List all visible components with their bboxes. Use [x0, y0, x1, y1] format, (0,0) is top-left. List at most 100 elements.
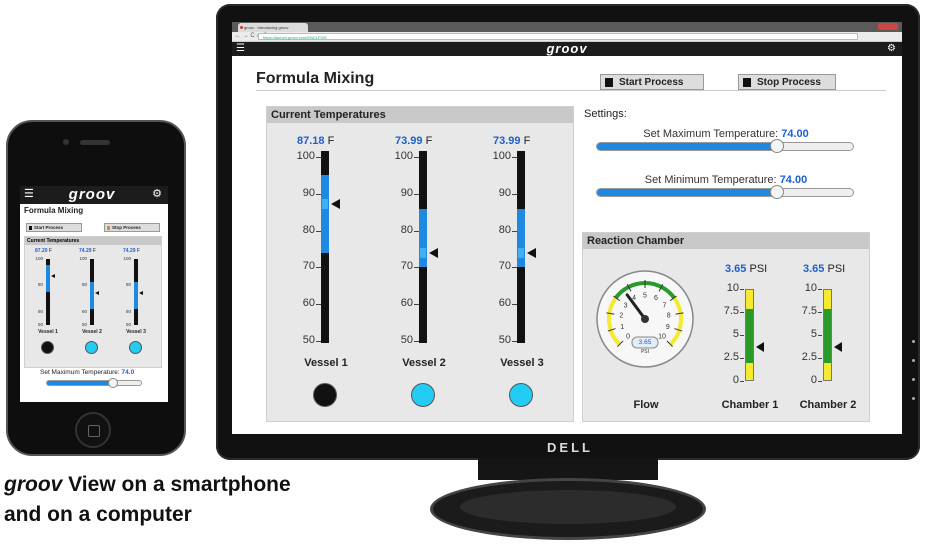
- axis-tick: [740, 381, 744, 382]
- caption-line2: and on a computer: [4, 503, 192, 526]
- gear-icon[interactable]: ⚙: [152, 187, 162, 200]
- home-square-icon: [88, 425, 100, 437]
- phone-temperature-band: [46, 265, 50, 292]
- window-controls[interactable]: [878, 23, 898, 30]
- pressure-green-band: [824, 309, 831, 363]
- start-process-button[interactable]: Start Process: [600, 74, 704, 90]
- axis-tick-label: 100: [79, 256, 87, 261]
- value-marker-icon: [51, 273, 55, 278]
- menu-icon[interactable]: ☰: [236, 43, 245, 55]
- axis-tick-label: 50: [37, 322, 43, 327]
- max-temp-slider[interactable]: [596, 142, 854, 151]
- page-title: Formula Mixing: [256, 70, 375, 87]
- phone-start-label: Start Process: [34, 225, 64, 230]
- browser-tab[interactable]: groov - Introducing groov: [238, 23, 308, 32]
- axis-tick: [818, 312, 822, 313]
- phone-temperatures-panel: Current Temperatures 87.20 F 100 80 60 50 Ves…: [24, 236, 162, 368]
- stop-square-icon: [107, 226, 110, 230]
- phone-vessel-reading: 74.29 F: [123, 248, 140, 254]
- slider-fill: [597, 189, 777, 196]
- temperature-band: [321, 175, 329, 253]
- vessel-value: 87.18: [297, 135, 325, 147]
- stop-square-icon: [29, 226, 32, 230]
- chamber-name: Chamber 2: [799, 399, 857, 411]
- phone-slider-value: 74.0: [121, 369, 135, 376]
- value-marker-icon: [834, 342, 842, 353]
- chamber-reading: 3.65 PSI: [725, 263, 767, 275]
- gauge-tick-label: 10: [658, 333, 666, 340]
- phone-vessel-unit: F: [48, 248, 52, 254]
- url-input[interactable]: https://launch.groov.com/ENCLPOS: [258, 33, 858, 40]
- temperatures-panel: Current Temperatures 87.18 F 100 90 80 70 60 5…: [266, 106, 574, 422]
- chamber-name: Chamber 1: [721, 399, 779, 411]
- gauge-tick-label: 3: [624, 302, 628, 309]
- favicon-icon: [240, 26, 243, 29]
- min-temp-caption: Set Minimum Temperature: 74.00: [596, 174, 856, 186]
- axis-tick-label: 80: [81, 282, 87, 288]
- axis-tick-label: 2.5: [723, 351, 739, 363]
- axis-tick-label: 100: [296, 150, 315, 162]
- monitor-neck: [478, 458, 658, 480]
- axis-tick-label: 100: [394, 150, 413, 162]
- app-header: ☰ groov ⚙: [232, 42, 902, 56]
- caption-brand: groov: [4, 473, 63, 496]
- phone-status-light: [41, 341, 54, 354]
- max-temp-caption: Set Maximum Temperature: 74.00: [596, 128, 856, 140]
- gauge-unit: PSI: [641, 349, 649, 355]
- phone-vessel-value: 74.29: [123, 248, 136, 254]
- axis-tick-label: 80: [302, 223, 315, 236]
- axis-tick-label: 70: [498, 260, 511, 273]
- axis-tick-label: 0: [732, 374, 739, 386]
- min-temp-slider-thumb[interactable]: [769, 185, 784, 199]
- phone-max-temp-slider[interactable]: [46, 380, 142, 386]
- phone-vessel-reading: 74.29 F: [79, 248, 96, 254]
- phone-vessel-reading: 87.20 F: [35, 248, 52, 254]
- phone-stop-process-button[interactable]: Stop Process: [104, 223, 160, 232]
- axis-tick-label: 90: [400, 186, 413, 199]
- max-temp-slider-thumb[interactable]: [769, 139, 784, 153]
- axis-tick: [740, 335, 744, 336]
- stop-process-label: Stop Process: [757, 77, 821, 88]
- axis-tick-label: 60: [81, 308, 87, 314]
- axis-tick-label: 100: [35, 256, 43, 261]
- phone-start-process-button[interactable]: Start Process: [26, 223, 82, 232]
- phone-vessel-value: 74.29: [79, 248, 92, 254]
- stop-process-button[interactable]: Stop Process: [738, 74, 836, 90]
- slider-fill: [47, 381, 113, 385]
- vessel-reading: 73.99 F: [493, 135, 530, 147]
- tab-title: groov - Introducing groov: [244, 25, 289, 30]
- gear-icon[interactable]: ⚙: [887, 43, 896, 55]
- axis-tick-label: 80: [498, 223, 511, 236]
- axis-tick: [818, 289, 822, 290]
- phone-slider-thumb[interactable]: [108, 378, 119, 388]
- temperature-band-highlight: [322, 199, 328, 210]
- vessel-unit: F: [425, 135, 433, 147]
- monitor-buttons: [912, 340, 916, 416]
- phone-app-header: ☰ groov ⚙: [20, 186, 168, 204]
- value-marker-icon: [429, 247, 438, 258]
- stop-square-icon: [743, 78, 751, 87]
- vessel-unit: F: [327, 135, 335, 147]
- dell-logo: DELL: [547, 440, 593, 455]
- axis-tick-label: 7.5: [723, 305, 739, 317]
- menu-icon[interactable]: ☰: [24, 187, 34, 200]
- panel-title: Current Temperatures: [25, 237, 161, 245]
- axis-tick-label: 7.5: [801, 305, 817, 317]
- axis-tick-label: 5: [810, 328, 817, 340]
- temperature-band: [419, 208, 427, 268]
- phone-status-light: [85, 341, 98, 354]
- axis-tick-label: 80: [37, 282, 43, 288]
- gauge-tick-label: 8: [667, 313, 671, 320]
- max-temp-label: Set Maximum Temperature:: [643, 128, 779, 140]
- value-marker-icon: [331, 199, 340, 210]
- flow-gauge: 01234 5 6789103.65PSI: [596, 270, 694, 368]
- phone-screen: ☰ groov ⚙ Formula Mixing Start Process S…: [20, 186, 168, 402]
- min-temp-slider[interactable]: [596, 188, 854, 197]
- reaction-chamber-panel: Reaction Chamber 0 1 2 3 4 5 6 7 8 9 10 3.65 PSI Flo…: [582, 232, 870, 422]
- axis-tick-label: 60: [125, 308, 131, 314]
- axis-tick-label: 60: [302, 297, 315, 310]
- axis-tick-label: 70: [400, 260, 413, 273]
- axis-tick-label: 70: [302, 260, 315, 273]
- chamber-reading: 3.65 PSI: [803, 263, 845, 275]
- axis-tick-label: 80: [125, 282, 131, 288]
